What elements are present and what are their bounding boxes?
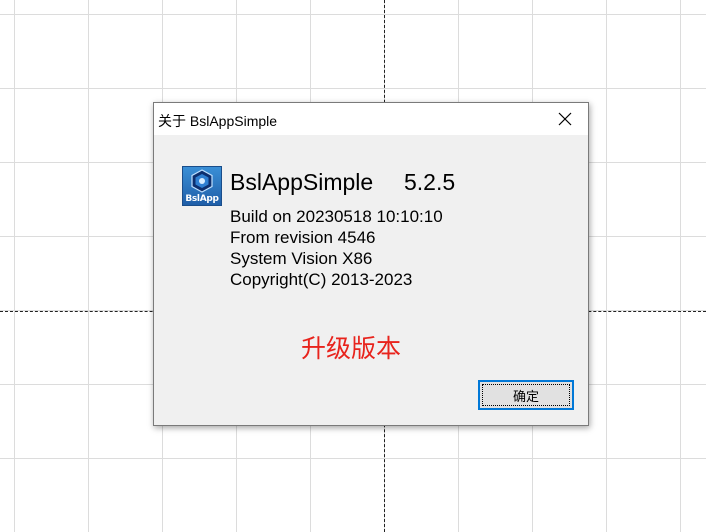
dialog-titlebar[interactable]: 关于 BslAppSimple [154, 103, 588, 135]
app-version: 5.2.5 [404, 169, 456, 195]
build-info: Build on 20230518 10:10:10 [230, 207, 443, 226]
revision-info: From revision 4546 [230, 228, 376, 247]
bslapp-logo-icon: BslApp [182, 166, 222, 206]
app-name: BslAppSimple [230, 169, 374, 195]
dialog-title: 关于 BslAppSimple [158, 113, 278, 129]
close-button[interactable] [542, 103, 588, 135]
desktop-canvas: { "dialog": { "title": "关于 BslAppSimple"… [0, 0, 706, 532]
about-dialog: 关于 BslAppSimple BslApp BslAppSimple 5.2.… [153, 102, 589, 426]
copyright-info: Copyright(C) 2013-2023 [230, 270, 413, 289]
close-icon [558, 112, 572, 126]
app-icon-label: BslApp [185, 194, 219, 204]
ok-button[interactable]: 确定 [478, 380, 574, 410]
system-info: System Vision X86 [230, 249, 373, 268]
upgrade-version-link[interactable]: 升级版本 [301, 329, 401, 365]
ok-button-label: 确定 [512, 389, 539, 405]
